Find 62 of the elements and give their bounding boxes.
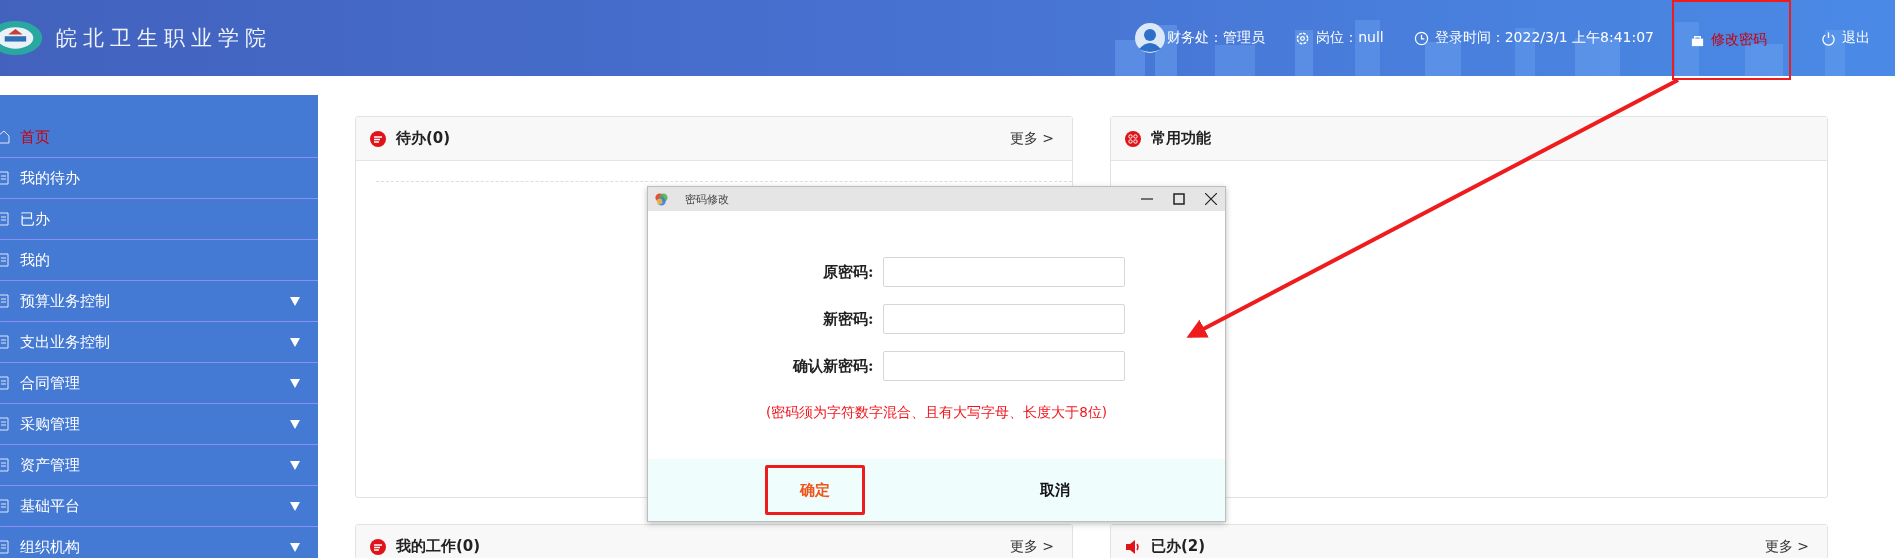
more-link[interactable]: 更多 >: [1009, 129, 1054, 148]
sidebar-item[interactable]: 合同管理: [0, 363, 318, 404]
maximize-icon[interactable]: [1173, 193, 1185, 205]
caret-icon: [290, 501, 300, 511]
document-icon: [0, 294, 10, 308]
field-label: 新密码:: [821, 309, 874, 329]
cancel-button[interactable]: 取消: [1005, 465, 1105, 515]
house-icon: [0, 130, 10, 144]
school-name: 皖北卫生职业学院: [56, 25, 272, 52]
caret-icon: [290, 378, 300, 388]
logout-link[interactable]: 退出: [1842, 29, 1870, 47]
apps-icon: [1125, 130, 1141, 147]
confirm-button[interactable]: 确定: [765, 465, 865, 515]
document-icon: [0, 458, 10, 472]
sidebar-item[interactable]: 预算业务控制: [0, 281, 318, 322]
clock-icon: [1413, 30, 1429, 46]
sidebar-item[interactable]: 采购管理: [0, 404, 318, 445]
field-label: 原密码:: [821, 262, 874, 282]
caret-icon: [290, 296, 300, 306]
sidebar-item[interactable]: 基础平台: [0, 486, 318, 527]
sidebar-item[interactable]: 我的: [0, 240, 318, 281]
user-name: 财务处：管理员: [1167, 29, 1266, 47]
card-title: 我的工作(0): [396, 537, 481, 556]
gear-icon: [1295, 30, 1311, 46]
post-label: 岗位：null: [1316, 29, 1384, 47]
sidebar-item[interactable]: 我的待办: [0, 158, 318, 199]
sidebar-item[interactable]: 支出业务控制: [0, 322, 318, 363]
caret-icon: [290, 419, 300, 429]
list-icon: [370, 538, 386, 555]
more-link[interactable]: 更多 >: [1009, 537, 1054, 556]
speaker-icon: [1125, 538, 1141, 555]
document-icon: [0, 499, 10, 513]
more-link[interactable]: 更多 >: [1764, 537, 1809, 556]
close-icon[interactable]: [1205, 193, 1217, 205]
document-icon: [0, 212, 10, 226]
password-field[interactable]: [882, 304, 1125, 334]
login-time: 登录时间：2022/3/1 上午8:41:07: [1434, 29, 1654, 47]
app-logo-icon: [654, 191, 669, 207]
school-emblem-icon: [0, 18, 44, 58]
document-icon: [0, 540, 10, 554]
document-icon: [0, 376, 10, 390]
document-icon: [0, 253, 10, 267]
document-icon: [0, 335, 10, 349]
sidebar-item[interactable]: 资产管理: [0, 445, 318, 486]
power-icon: [1821, 30, 1836, 46]
password-hint: (密码须为字符数字混合、且有大写字母、长度大于8位): [765, 404, 1108, 422]
caret-icon: [290, 337, 300, 347]
password-field[interactable]: [882, 257, 1125, 287]
document-icon: [0, 417, 10, 431]
card-title: 已办(2): [1151, 537, 1206, 556]
user-avatar-icon: [1135, 23, 1166, 53]
list-icon: [370, 130, 386, 147]
caret-icon: [290, 542, 300, 552]
password-field[interactable]: [882, 351, 1125, 381]
card-title: 常用功能: [1151, 129, 1211, 148]
caret-icon: [290, 460, 300, 470]
sidebar-item[interactable]: 组织机构: [0, 527, 318, 558]
dialog-title: 密码修改: [685, 191, 729, 207]
sidebar-item[interactable]: 已办: [0, 199, 318, 240]
document-icon: [0, 171, 10, 185]
card-title: 待办(0): [396, 129, 451, 148]
field-label: 确认新密码:: [791, 356, 874, 376]
